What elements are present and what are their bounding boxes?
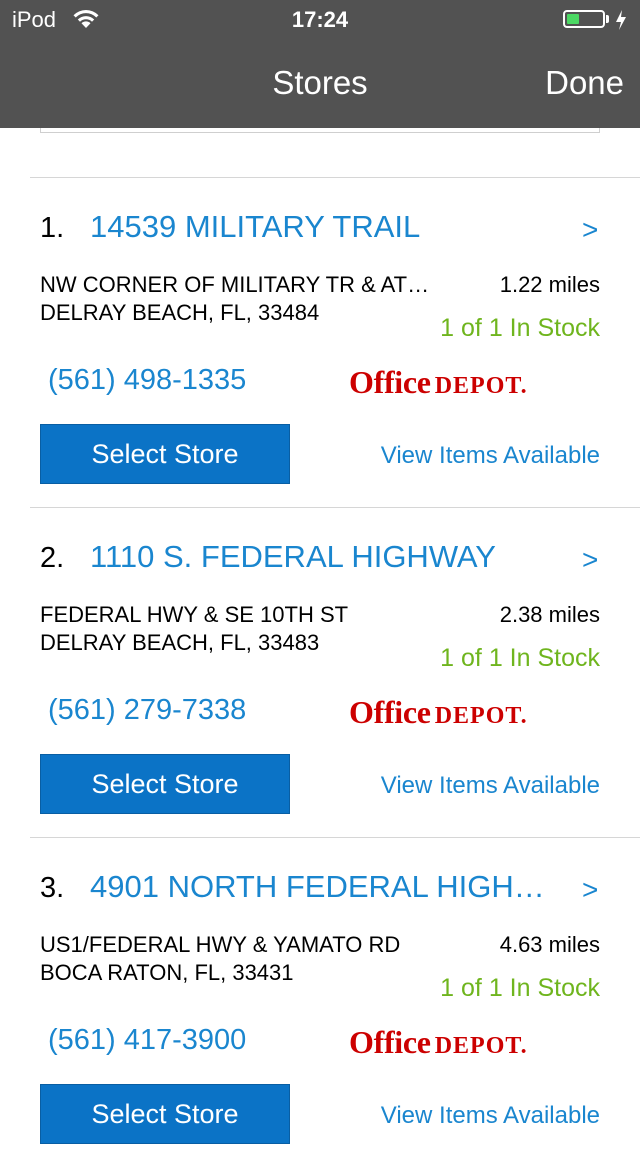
logo-office: Office <box>349 694 431 730</box>
store-name-link[interactable]: 14539 MILITARY TRAIL <box>90 209 560 245</box>
select-store-button[interactable]: Select Store <box>40 1084 290 1144</box>
store-address-line1: NW CORNER OF MILITARY TR & ATLANTIC AVE <box>40 272 435 297</box>
logo-depot: DEPOT. <box>434 703 528 729</box>
office-depot-logo: Office DEPOT. <box>349 364 601 400</box>
store-address-line2: DELRAY BEACH, FL, 33484 <box>40 300 320 325</box>
office-depot-logo: Office DEPOT. <box>349 1024 601 1060</box>
store-distance: 4.63 miles <box>499 932 600 957</box>
battery-icon <box>563 10 605 28</box>
chevron-right-icon[interactable]: > <box>582 544 598 576</box>
logo-depot: DEPOT. <box>434 373 528 399</box>
status-time: 17:24 <box>291 7 349 32</box>
select-store-button[interactable]: Select Store <box>40 424 290 484</box>
store-distance: 1.22 miles <box>499 272 600 297</box>
charging-bolt-icon <box>616 10 626 30</box>
store-distance: 2.38 miles <box>499 602 600 627</box>
view-items-link[interactable]: View Items Available <box>381 772 600 800</box>
logo-office: Office <box>349 364 431 400</box>
phone-link[interactable]: (561) 279-7338 <box>48 694 246 727</box>
chevron-right-icon[interactable]: > <box>582 214 598 246</box>
battery-level-fill <box>567 14 579 24</box>
stock-status: 1 of 1 In Stock <box>440 314 600 342</box>
store-index: 3. <box>40 872 65 904</box>
store-address-line2: BOCA RATON, FL, 33431 <box>40 960 294 985</box>
store-card: 3. 4901 NORTH FEDERAL HIGHWAY > US1/FEDE… <box>0 838 640 1168</box>
nav-title: Stores <box>272 64 368 101</box>
store-index: 2. <box>40 542 65 574</box>
top-bar: iPod 17:24 Stores Done <box>0 0 640 128</box>
phone-link[interactable]: (561) 498-1335 <box>48 364 246 397</box>
store-card: 1. 14539 MILITARY TRAIL > NW CORNER OF M… <box>0 178 640 508</box>
select-store-button[interactable]: Select Store <box>40 754 290 814</box>
store-address-line1: FEDERAL HWY & SE 10TH ST <box>40 602 349 627</box>
phone-link[interactable]: (561) 417-3900 <box>48 1024 246 1057</box>
status-bar: iPod 17:24 <box>0 0 640 40</box>
battery-tip <box>606 15 609 23</box>
store-address-line1: US1/FEDERAL HWY & YAMATO RD <box>40 932 401 957</box>
office-depot-logo: Office DEPOT. <box>349 694 601 730</box>
stock-status: 1 of 1 In Stock <box>440 974 600 1002</box>
stock-status: 1 of 1 In Stock <box>440 644 600 672</box>
store-name-link[interactable]: 4901 NORTH FEDERAL HIGHWAY <box>90 869 560 905</box>
view-items-link[interactable]: View Items Available <box>381 442 600 470</box>
search-field-edge <box>40 128 600 133</box>
logo-depot: DEPOT. <box>434 1033 528 1059</box>
store-address-line2: DELRAY BEACH, FL, 33483 <box>40 630 320 655</box>
done-button[interactable]: Done <box>545 64 624 102</box>
chevron-right-icon[interactable]: > <box>582 874 598 906</box>
store-card: 2. 1110 S. FEDERAL HIGHWAY > FEDERAL HWY… <box>0 508 640 838</box>
view-items-link[interactable]: View Items Available <box>381 1102 600 1130</box>
logo-office: Office <box>349 1024 431 1060</box>
store-name-link[interactable]: 1110 S. FEDERAL HIGHWAY <box>90 539 560 575</box>
store-index: 1. <box>40 212 65 244</box>
